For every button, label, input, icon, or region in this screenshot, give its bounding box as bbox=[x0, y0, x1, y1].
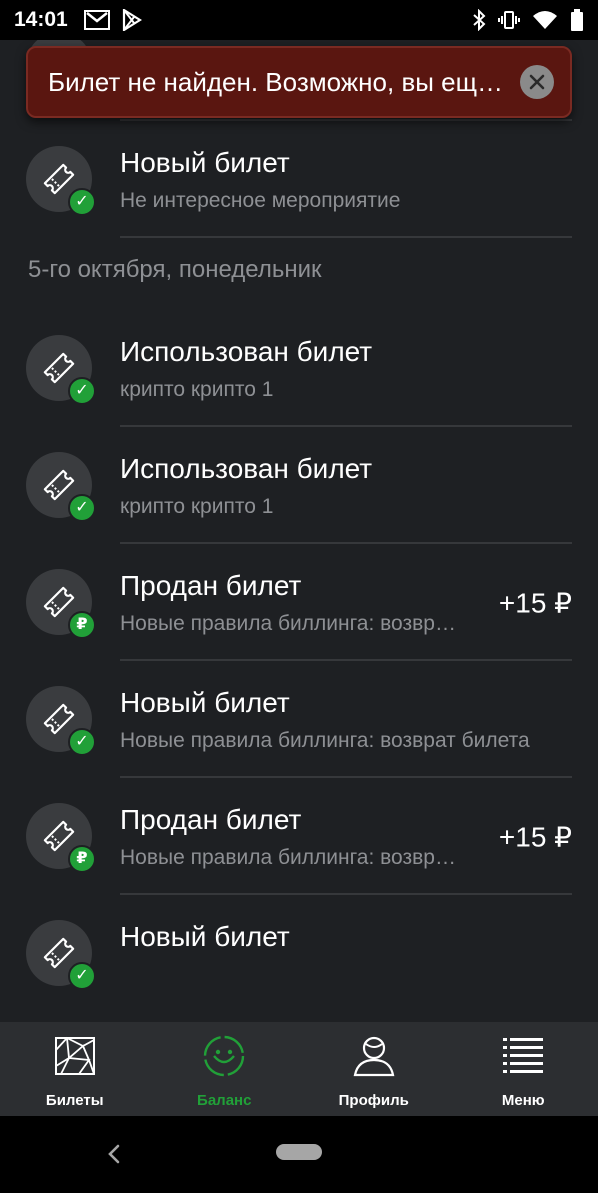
list-item-texts: Продан билет Новые правила биллинга: возв… bbox=[120, 804, 458, 870]
list-item-title: Использован билет bbox=[120, 336, 373, 367]
status-system-icons bbox=[472, 9, 584, 31]
check-badge-icon: ✓ bbox=[68, 376, 96, 405]
list-item-subtitle: крипто крипто 1 bbox=[120, 378, 274, 401]
list-item-texts: Продан билет Новые правила биллинга: возв… bbox=[120, 570, 458, 636]
list-item-title: Продан билет bbox=[120, 804, 302, 835]
ticket-avatar: ✓ bbox=[26, 145, 96, 216]
date-section-header: 5-го октября, понедельник bbox=[28, 256, 322, 283]
ticket-avatar: ✓ bbox=[26, 334, 96, 405]
list-item-title: Новый билет bbox=[120, 147, 290, 178]
tab-profile-label: Профиль bbox=[338, 1092, 409, 1109]
list-item-amount: +15 ₽ bbox=[498, 821, 572, 852]
system-nav-bar bbox=[0, 1116, 598, 1193]
list-item-amount: +15 ₽ bbox=[498, 587, 572, 618]
tab-profile[interactable]: Профиль bbox=[299, 1022, 449, 1116]
status-time: 14:01 bbox=[14, 8, 68, 31]
list-item[interactable]: ✓ Использован билет крипто крипто 1 bbox=[0, 427, 598, 544]
play-store-icon bbox=[122, 9, 142, 31]
tickets-icon bbox=[53, 1034, 97, 1078]
tab-menu-label: Меню bbox=[501, 1092, 545, 1109]
battery-icon bbox=[570, 9, 584, 31]
error-toast-message: Билет не найден. Возможно, вы ещё не куп… bbox=[48, 66, 520, 97]
tab-tickets[interactable]: Билеты bbox=[0, 1022, 150, 1116]
list-item-title: Новый билет bbox=[120, 921, 290, 952]
list-item[interactable]: ✓ Использован билет крипто крипто 1 bbox=[0, 310, 598, 427]
check-badge-icon: ✓ bbox=[68, 961, 96, 990]
profile-icon bbox=[352, 1034, 396, 1078]
list-item[interactable]: ✓ Новый билет Новые правила биллинга: возв… bbox=[0, 661, 598, 778]
tab-menu[interactable]: Меню bbox=[449, 1022, 598, 1116]
gmail-icon bbox=[83, 10, 110, 30]
home-pill[interactable] bbox=[276, 1144, 322, 1160]
status-bar: 14:01 bbox=[0, 0, 598, 40]
ticket-avatar: ✓ bbox=[26, 919, 96, 990]
list-item[interactable]: ₽ Продан билет Новые правила биллинга: воз… bbox=[0, 544, 598, 661]
list-item[interactable]: ✓ Новый билет Не интересное мероприятие bbox=[0, 121, 598, 238]
menu-icon bbox=[501, 1034, 545, 1078]
ruble-badge-icon: ₽ bbox=[68, 844, 96, 873]
list-item-texts: Новый билет Новые правила биллинга: возвр… bbox=[120, 687, 534, 753]
list-item-subtitle: Новые правила биллинга: возврат билета bbox=[120, 729, 530, 752]
check-badge-icon: ✓ bbox=[68, 493, 96, 522]
check-badge-icon: ✓ bbox=[68, 727, 96, 756]
list-item-texts: Новый билет bbox=[120, 921, 534, 963]
ticket-avatar: ₽ bbox=[26, 802, 96, 873]
close-icon[interactable] bbox=[520, 65, 554, 99]
list-item-texts: Новый билет Не интересное мероприятие bbox=[120, 147, 534, 213]
vibrate-icon bbox=[498, 9, 520, 31]
ticket-avatar: ✓ bbox=[26, 451, 96, 522]
error-toast: Билет не найден. Возможно, вы ещё не куп… bbox=[26, 46, 572, 118]
list-item-subtitle: Новые правила биллинга: возврат билета bbox=[120, 846, 458, 869]
bottom-tab-bar: Билеты Баланс Профиль Меню bbox=[0, 1022, 598, 1116]
ticket-avatar: ₽ bbox=[26, 568, 96, 639]
check-badge-icon: ✓ bbox=[68, 187, 96, 216]
transaction-list[interactable]: ✓пикча✓Новый билетНе интересное мероприя… bbox=[0, 40, 598, 1022]
list-item-title: Продан билет bbox=[120, 570, 302, 601]
list-item-subtitle: Не интересное мероприятие bbox=[120, 189, 401, 212]
balance-icon bbox=[202, 1034, 246, 1078]
ruble-badge-icon: ₽ bbox=[68, 610, 96, 639]
status-notification-icons bbox=[83, 9, 142, 31]
list-item-title: Новый билет bbox=[120, 687, 290, 718]
list-divider bbox=[120, 236, 572, 238]
list-item-subtitle: Новые правила биллинга: возврат билета bbox=[120, 612, 458, 635]
list-item[interactable]: ✓ Новый билет bbox=[0, 895, 598, 1012]
tab-balance[interactable]: Баланс bbox=[150, 1022, 300, 1116]
screen: 14:01 ✓ Новый билет Не интересное меропр… bbox=[0, 0, 598, 1193]
ticket-avatar: ✓ bbox=[26, 685, 96, 756]
list-item[interactable]: ₽ Продан билет Новые правила биллинга: воз… bbox=[0, 778, 598, 895]
back-icon[interactable] bbox=[104, 1142, 124, 1171]
tab-balance-label: Баланс bbox=[197, 1092, 252, 1109]
list-item-subtitle: крипто крипто 1 bbox=[120, 495, 274, 518]
list-item-texts: Использован билет крипто крипто 1 bbox=[120, 453, 534, 519]
list-item-title: Использован билет bbox=[120, 453, 373, 484]
tab-tickets-label: Билеты bbox=[45, 1092, 104, 1109]
bluetooth-icon bbox=[472, 9, 486, 31]
transaction-list-inner: ✓пикча✓Новый билетНе интересное мероприя… bbox=[0, 40, 598, 1012]
list-item-texts: Использован билет крипто крипто 1 bbox=[120, 336, 534, 402]
wifi-icon bbox=[532, 10, 558, 30]
